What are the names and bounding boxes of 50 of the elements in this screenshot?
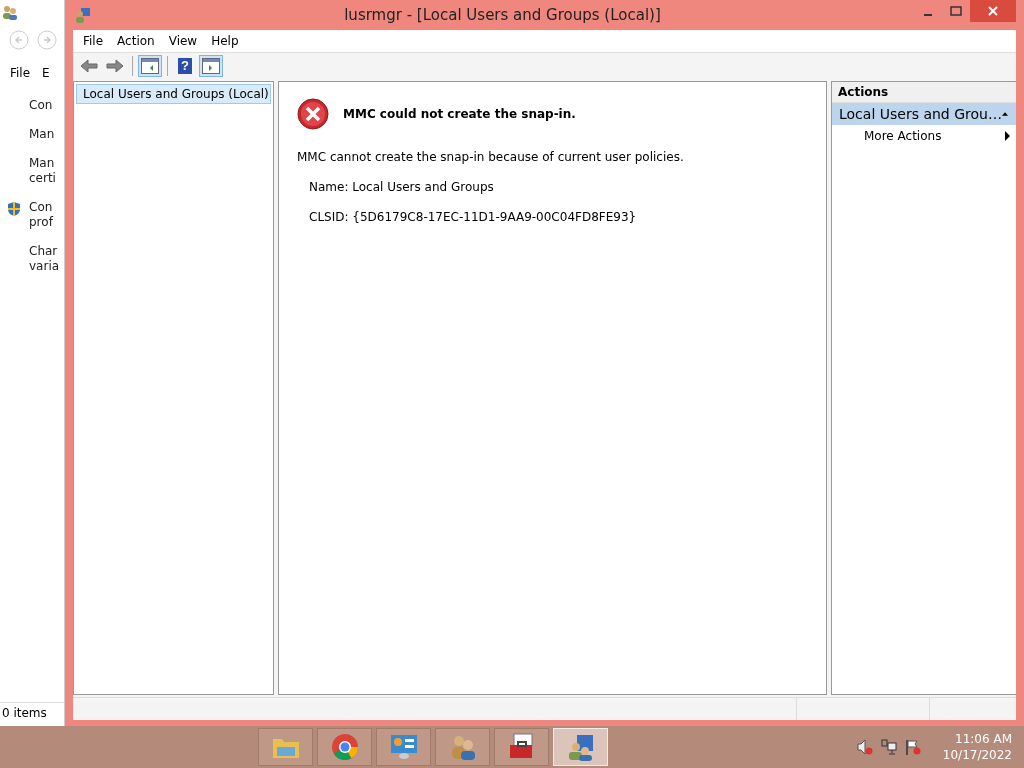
- users-console-icon: [566, 733, 595, 761]
- show-tree-button[interactable]: [138, 55, 162, 77]
- submenu-arrow-icon: [1005, 131, 1010, 141]
- muted-speaker-icon[interactable]: [856, 739, 873, 755]
- menu-item[interactable]: File: [10, 66, 31, 80]
- actions-group-header[interactable]: Local Users and Grou…: [832, 103, 1016, 125]
- folder-taskbar-button[interactable]: [258, 728, 313, 766]
- control-panel-link[interactable]: Con prof: [29, 200, 64, 230]
- snap-in-name: Name: Local Users and Groups: [309, 180, 495, 194]
- browser-icon: [330, 733, 359, 761]
- flag-icon[interactable]: [904, 739, 921, 755]
- browser-taskbar-button[interactable]: [317, 728, 372, 766]
- control-panel-taskbar-button[interactable]: [376, 728, 431, 766]
- clsid-text: CLSID: {5D6179C8-17EC-11D1-9AA9-00C04FD8FE93}: [309, 210, 638, 224]
- close-icon: [988, 6, 998, 16]
- maximize-icon: [950, 6, 962, 16]
- users-icon: [2, 4, 18, 20]
- error-message: MMC cannot create the snap-in because of current user policies.: [297, 150, 685, 164]
- control-panel-link[interactable]: Char varia: [29, 244, 64, 274]
- console-taskbar-button[interactable]: [553, 728, 608, 766]
- status-text: 0 items: [2, 706, 47, 720]
- menu-item[interactable]: Action: [110, 34, 162, 48]
- menu-item[interactable]: File: [76, 34, 111, 48]
- action-item[interactable]: More Actions: [832, 125, 1016, 147]
- shield-icon: [7, 201, 21, 217]
- users-icon: [75, 7, 91, 23]
- tree-item[interactable]: Local Users and Groups (Local): [76, 84, 271, 104]
- menu-item[interactable]: View: [161, 34, 205, 48]
- window-title: lusrmgr - [Local Users and Groups (Local)]: [343, 6, 662, 24]
- toolbox-icon: [507, 733, 536, 761]
- show-action-pane-button[interactable]: [199, 55, 223, 77]
- menu-item[interactable]: E: [42, 66, 50, 80]
- left-arrow-icon: [80, 59, 98, 73]
- control-panel-link[interactable]: Man: [29, 127, 64, 142]
- control-panel-icon: [389, 734, 418, 760]
- actions-header: Actions: [832, 82, 1016, 103]
- right-arrow-icon: [106, 59, 124, 73]
- minimize-icon: [924, 14, 932, 16]
- help-button[interactable]: ?: [173, 55, 197, 77]
- window-pane-icon: [202, 58, 220, 74]
- control-panel-link[interactable]: Con: [29, 98, 64, 113]
- window-pane-icon: [141, 58, 159, 74]
- error-heading: MMC could not create the snap-in.: [343, 107, 576, 121]
- close-button[interactable]: [970, 0, 1016, 22]
- toolbox-taskbar-button[interactable]: [494, 728, 549, 766]
- network-icon[interactable]: [880, 739, 897, 755]
- menu-item[interactable]: Help: [204, 34, 246, 48]
- error-icon: [297, 98, 329, 130]
- control-panel-link[interactable]: Man certi: [29, 156, 64, 186]
- collapse-icon[interactable]: [1001, 111, 1008, 117]
